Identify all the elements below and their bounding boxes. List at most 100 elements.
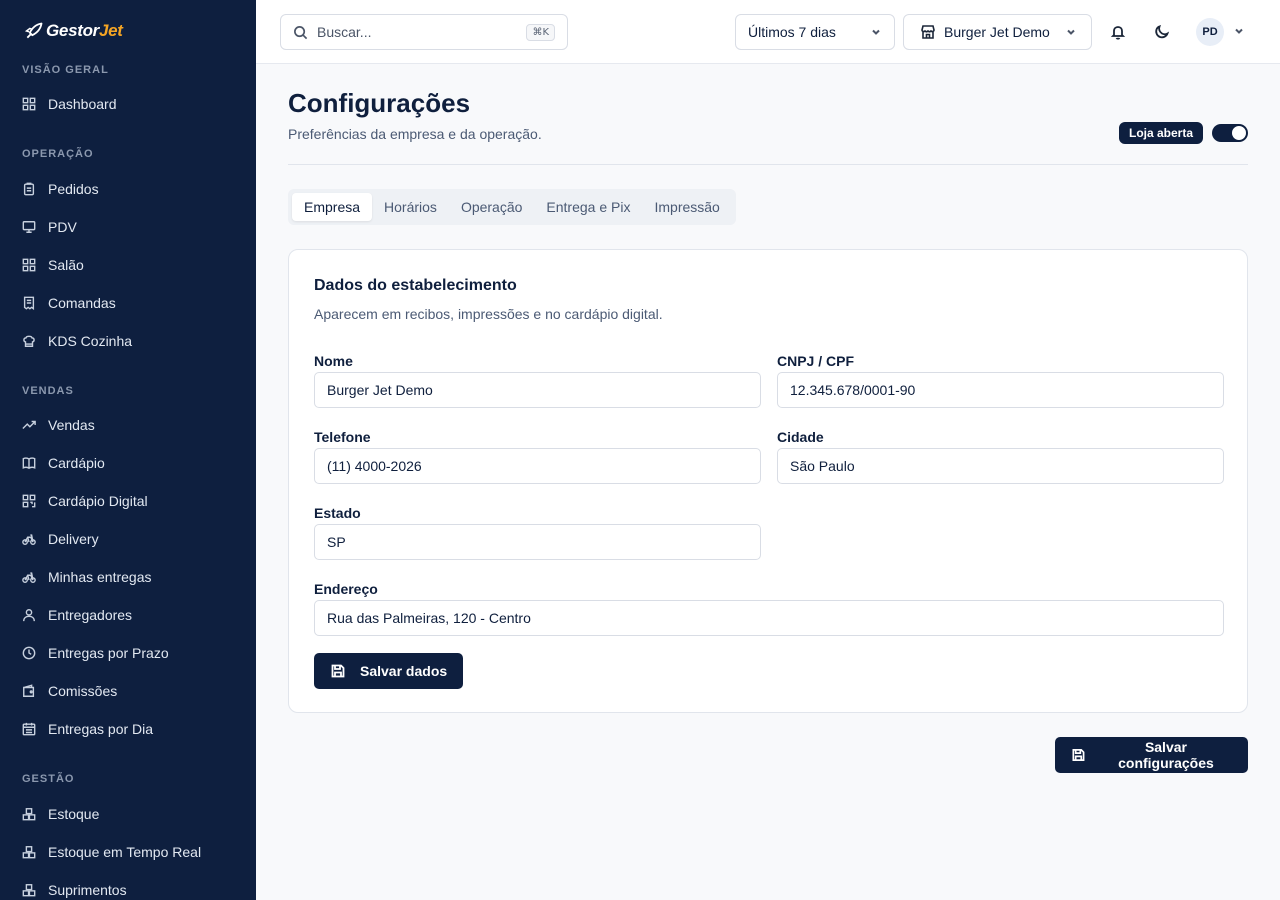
save-data-label: Salvar dados — [360, 663, 448, 679]
monitor-icon — [22, 221, 36, 233]
sidebar-section-operacao: OPERAÇÃO — [22, 148, 94, 160]
qr-icon — [22, 494, 36, 508]
wallet-icon — [23, 684, 35, 697]
sidebar-item-entregadores[interactable]: Entregadores — [22, 603, 132, 627]
sidebar-item-label: Minhas entregas — [48, 569, 152, 585]
user-icon — [23, 609, 35, 622]
sidebar-item-cardapio-digital[interactable]: Cardápio Digital — [22, 489, 148, 513]
clipboard-icon — [23, 182, 35, 196]
grid-icon — [22, 258, 36, 272]
chevron-down-icon — [872, 29, 880, 35]
tab-empresa[interactable]: Empresa — [292, 193, 373, 221]
estado-field[interactable] — [314, 524, 761, 560]
page-subtitle: Preferências da empresa e da operação. — [288, 126, 542, 142]
avatar[interactable]: PD — [1196, 18, 1224, 46]
period-select[interactable]: Últimos 7 dias — [735, 14, 895, 50]
topbar: Buscar... ⌘K Últimos 7 dias Burger Jet D… — [256, 0, 1280, 64]
chevron-down-icon — [1067, 29, 1075, 35]
nome-field[interactable] — [314, 372, 761, 408]
cnpj-field[interactable] — [777, 372, 1224, 408]
tab-entrega-pix[interactable]: Entrega e Pix — [534, 193, 642, 221]
sidebar-item-comissoes[interactable]: Comissões — [22, 679, 117, 703]
sidebar-item-delivery[interactable]: Delivery — [22, 527, 99, 551]
sidebar-item-pedidos[interactable]: Pedidos — [22, 177, 99, 201]
sidebar-item-label: KDS Cozinha — [48, 333, 133, 349]
sidebar-item-estoque-tempo-real[interactable]: Estoque em Tempo Real — [22, 840, 201, 864]
telefone-field[interactable] — [314, 448, 761, 484]
sidebar-item-vendas[interactable]: Vendas — [22, 413, 95, 437]
sidebar-item-cardapio[interactable]: Cardápio — [22, 451, 105, 475]
sidebar-item-label: Vendas — [48, 417, 95, 433]
card-title: Dados do estabelecimento — [314, 277, 517, 294]
search-box[interactable]: Buscar... ⌘K — [280, 14, 568, 50]
cidade-field[interactable] — [777, 448, 1224, 484]
save-settings-label: Salvar configurações — [1118, 739, 1214, 771]
search-shortcut: ⌘K — [526, 23, 555, 41]
notifications-button[interactable] — [1106, 20, 1130, 44]
sidebar-item-label: Suprimentos — [48, 882, 127, 898]
card-subtitle: Aparecem em recibos, impressões e no car… — [314, 306, 663, 322]
boxes-icon — [22, 846, 36, 859]
estado-label: Estado — [314, 505, 361, 521]
sidebar-item-dashboard[interactable]: Dashboard — [22, 92, 117, 116]
sidebar-section-vendas: VENDAS — [22, 385, 74, 397]
nome-label: Nome — [314, 353, 353, 369]
theme-toggle-button[interactable] — [1150, 20, 1174, 44]
save-icon — [331, 664, 345, 678]
sidebar-item-label: Entregas por Prazo — [48, 645, 169, 661]
sidebar-item-comandas[interactable]: Comandas — [22, 291, 116, 315]
search-icon — [294, 25, 308, 39]
sidebar-item-label: PDV — [48, 219, 77, 235]
cidade-label: Cidade — [777, 429, 824, 445]
sidebar-item-suprimentos[interactable]: Suprimentos — [22, 878, 127, 900]
grid-icon — [22, 97, 36, 111]
brand-logo[interactable]: GestorJet — [24, 20, 123, 42]
sidebar-item-label: Entregas por Dia — [48, 721, 154, 737]
sidebar-item-entregas-por-dia[interactable]: Entregas por Dia — [22, 717, 153, 741]
sidebar-item-label: Comissões — [48, 683, 118, 699]
tab-impressao[interactable]: Impressão — [642, 193, 731, 221]
bell-icon — [1110, 26, 1126, 40]
sidebar-item-label: Salão — [48, 257, 84, 273]
save-settings-button[interactable]: Salvar configurações — [1055, 737, 1248, 773]
divider — [288, 164, 1248, 165]
sidebar-item-kds-cozinha[interactable]: KDS Cozinha — [22, 329, 132, 353]
sidebar-item-label: Entregadores — [48, 607, 133, 623]
store-status-badge: Loja aberta — [1119, 122, 1204, 144]
toggle-knob — [1232, 126, 1246, 140]
brand-name: GestorJet — [46, 21, 123, 40]
sidebar-item-minhas-entregas[interactable]: Minhas entregas — [22, 565, 152, 589]
store-icon — [921, 25, 935, 39]
company-data-card: Dados do estabelecimento Aparecem em rec… — [288, 249, 1248, 713]
sidebar-item-entregas-por-prazo[interactable]: Entregas por Prazo — [22, 641, 169, 665]
telefone-label: Telefone — [314, 429, 371, 445]
book-icon — [22, 457, 36, 470]
sidebar-item-label: Estoque em Tempo Real — [48, 844, 202, 860]
sidebar-section-visao-geral: VISÃO GERAL — [22, 64, 109, 76]
cnpj-label: CNPJ / CPF — [777, 353, 855, 369]
boxes-icon — [22, 884, 36, 897]
moon-icon — [1155, 25, 1170, 39]
search-input[interactable]: Buscar... — [317, 24, 517, 40]
receipt-icon — [23, 296, 35, 310]
period-value: Últimos 7 dias — [748, 24, 836, 40]
sidebar-item-estoque[interactable]: Estoque — [22, 802, 99, 826]
sidebar-item-salao[interactable]: Salão — [22, 253, 84, 277]
store-name: Burger Jet Demo — [944, 24, 1050, 40]
save-data-button[interactable]: Salvar dados — [314, 653, 464, 689]
boxes-icon — [22, 808, 36, 821]
tab-operacao[interactable]: Operação — [449, 193, 534, 221]
trend-up-icon — [22, 420, 36, 429]
sidebar-item-pdv[interactable]: PDV — [22, 215, 77, 239]
chevron-down-icon[interactable] — [1233, 25, 1245, 37]
settings-tabs: Empresa Horários Operação Entrega e Pix … — [288, 189, 736, 225]
sidebar-item-label: Estoque — [48, 806, 100, 822]
chef-icon — [23, 335, 35, 347]
tab-horarios[interactable]: Horários — [372, 193, 449, 221]
store-open-toggle[interactable] — [1212, 124, 1248, 142]
sidebar-item-label: Cardápio Digital — [48, 493, 148, 509]
bike-icon — [22, 572, 36, 583]
endereco-field[interactable] — [314, 600, 1224, 636]
page-title: Configurações — [288, 88, 471, 118]
store-select[interactable]: Burger Jet Demo — [903, 14, 1092, 50]
